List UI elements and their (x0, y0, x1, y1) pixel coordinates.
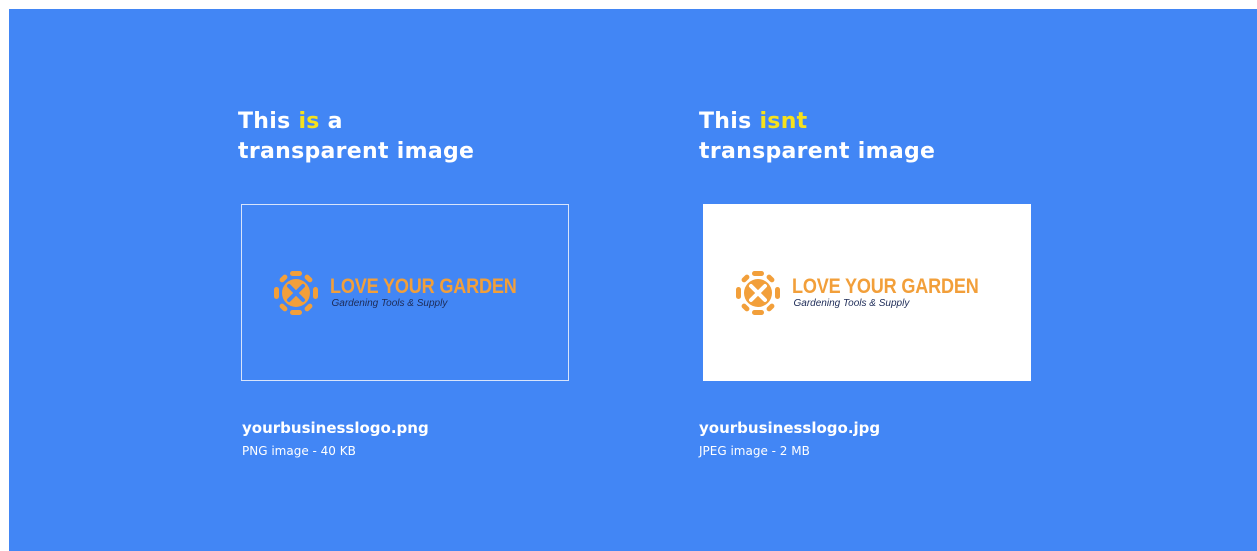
heading-line-1: This isnt (699, 107, 935, 137)
opaque-image-preview: LOVE YOUR GARDEN Gardening Tools & Suppl… (703, 204, 1031, 381)
heading-transparent: This is a transparent image (238, 107, 474, 167)
file-name-png: yourbusinesslogo.png (242, 419, 429, 437)
logo-tagline: Gardening Tools & Supply (331, 297, 448, 309)
heading-text: a (319, 109, 343, 134)
logo-text: LOVE YOUR GARDEN Gardening Tools & Suppl… (791, 274, 1009, 310)
file-name-jpg: yourbusinesslogo.jpg (699, 419, 881, 437)
heading-line-2: transparent image (238, 139, 475, 164)
heading-line-1: This is a (238, 107, 474, 137)
heading-line-2: transparent image (699, 139, 936, 164)
file-meta-jpg: JPEG image - 2 MB (699, 444, 810, 458)
heading-highlight: is (298, 109, 320, 134)
heading-text: This (699, 109, 760, 134)
logo-text: LOVE YOUR GARDEN Gardening Tools & Suppl… (329, 274, 547, 310)
heading-highlight: isnt (759, 109, 808, 134)
logo-tagline: Gardening Tools & Supply (793, 297, 910, 309)
garden-flower-logo-icon (734, 269, 782, 317)
comparison-canvas: This is a transparent image This isnt tr… (9, 9, 1257, 551)
heading-not-transparent: This isnt transparent image (699, 107, 935, 167)
file-meta-png: PNG image - 40 KB (242, 444, 356, 458)
business-logo: LOVE YOUR GARDEN Gardening Tools & Suppl… (272, 269, 547, 317)
heading-text: This (238, 109, 299, 134)
garden-flower-logo-icon (272, 269, 320, 317)
logo-name: LOVE YOUR GARDEN (329, 274, 517, 298)
business-logo: LOVE YOUR GARDEN Gardening Tools & Suppl… (734, 269, 1009, 317)
logo-name: LOVE YOUR GARDEN (791, 274, 979, 298)
transparent-image-preview: LOVE YOUR GARDEN Gardening Tools & Suppl… (241, 204, 569, 381)
